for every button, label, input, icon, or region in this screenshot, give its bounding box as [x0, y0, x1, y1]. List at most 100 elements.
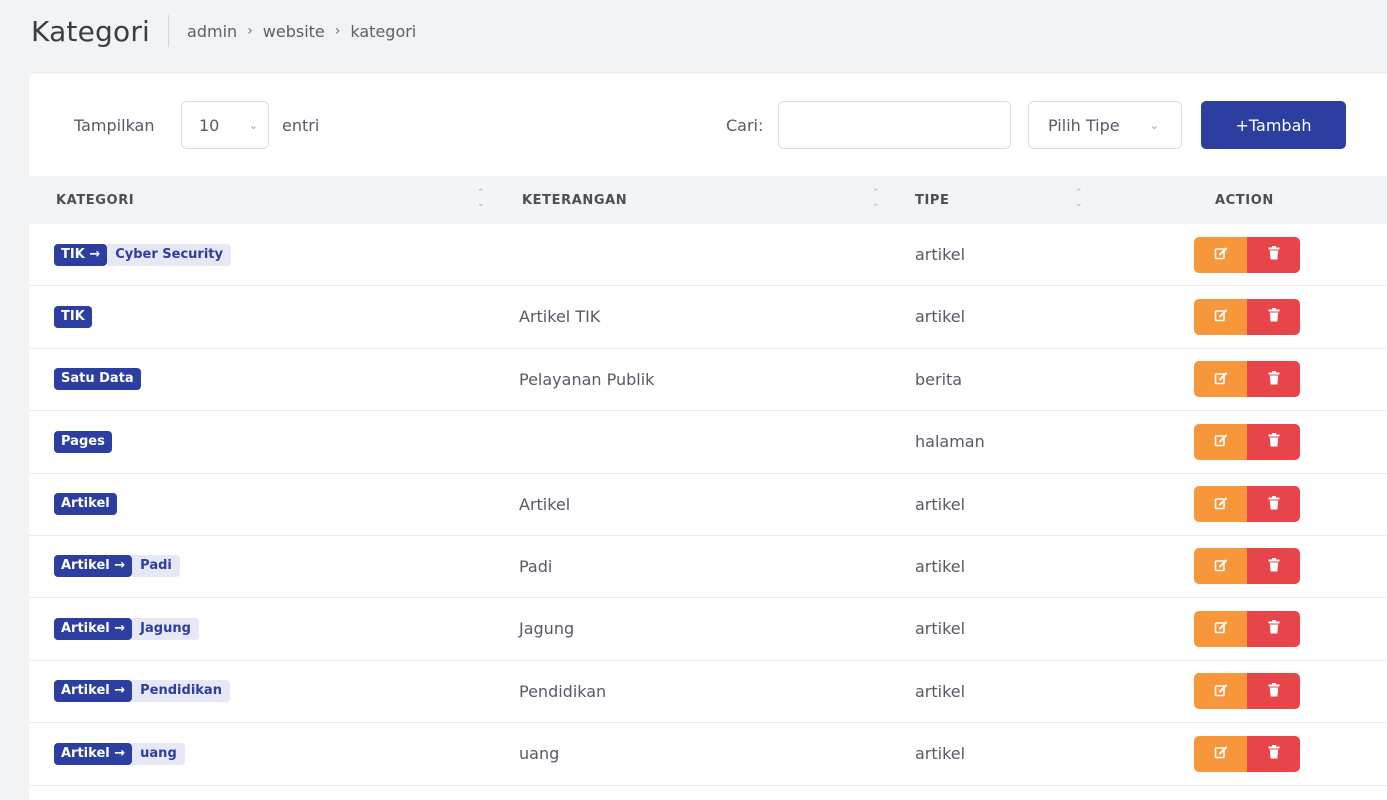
category-parent-badge: Artikel	[54, 493, 117, 516]
table-row: TIK → Cyber Security artikel	[29, 224, 1387, 287]
delete-button[interactable]	[1247, 735, 1300, 772]
table-toolbar: Tampilkan 10 ⌄ entri Cari: Pilih Tipe ⌄ …	[29, 74, 1387, 176]
add-button[interactable]: +Tambah	[1201, 101, 1346, 149]
tipe-cell: halaman	[915, 432, 985, 452]
category-parent-badge: TIK →	[54, 243, 108, 266]
edit-button[interactable]	[1194, 361, 1247, 398]
entries-label: entri	[282, 116, 320, 135]
tipe-cell: artikel	[915, 307, 966, 327]
table-row: TIK Artikel TIK artikel	[29, 286, 1387, 349]
table-row: Satu Data Pelayanan Publik berita	[29, 349, 1387, 412]
trash-icon	[1268, 495, 1280, 513]
column-header-tipe[interactable]: TIPE	[915, 176, 950, 224]
edit-icon	[1214, 496, 1228, 513]
delete-button[interactable]	[1247, 673, 1300, 710]
category-child-badge: Padi	[132, 555, 180, 578]
search-label: Cari:	[726, 116, 764, 135]
tipe-cell: artikel	[915, 619, 966, 639]
kategori-card: Tampilkan 10 ⌄ entri Cari: Pilih Tipe ⌄ …	[29, 74, 1387, 800]
breadcrumb-item-kategori: kategori	[350, 21, 417, 41]
arrow-right-icon: →	[89, 246, 101, 262]
category-child-badge: Cyber Security	[107, 243, 231, 266]
sort-icon[interactable]: ⌃ ⌄	[1074, 188, 1084, 212]
category-parent-badge: Artikel →	[54, 555, 133, 578]
edit-icon	[1214, 683, 1228, 700]
title-divider	[168, 15, 170, 47]
edit-icon	[1214, 371, 1228, 388]
edit-button[interactable]	[1194, 486, 1247, 523]
breadcrumb-item-admin[interactable]: admin	[187, 22, 237, 41]
category-cell: Artikel → Jagung	[54, 598, 199, 659]
delete-button[interactable]	[1247, 486, 1300, 523]
edit-button[interactable]	[1194, 298, 1247, 335]
keterangan-cell: Pendidikan	[519, 681, 607, 701]
delete-button[interactable]	[1247, 423, 1300, 460]
edit-button[interactable]	[1194, 610, 1247, 647]
category-cell: Pages	[54, 411, 112, 472]
arrow-right-icon: →	[114, 558, 126, 574]
edit-button[interactable]	[1194, 673, 1247, 710]
delete-button[interactable]	[1247, 610, 1300, 647]
edit-icon	[1214, 620, 1228, 637]
edit-icon	[1214, 745, 1228, 762]
delete-button[interactable]	[1247, 236, 1300, 273]
category-parent-badge: Satu Data	[54, 368, 141, 391]
table-row: Artikel → Padi Padi artikel	[29, 536, 1387, 599]
table-row: Pages halaman	[29, 411, 1387, 474]
chevron-down-icon: ⌄	[1149, 119, 1159, 132]
show-entries-label: Tampilkan	[74, 116, 155, 135]
edit-button[interactable]	[1194, 735, 1247, 772]
trash-icon	[1268, 246, 1280, 263]
sort-icon[interactable]: ⌃ ⌄	[871, 188, 881, 212]
action-cell	[1194, 723, 1300, 784]
action-cell	[1194, 661, 1300, 722]
tipe-cell: artikel	[915, 556, 966, 576]
delete-button[interactable]	[1247, 298, 1300, 335]
edit-button[interactable]	[1194, 236, 1247, 273]
arrow-right-icon: →	[114, 745, 126, 761]
table-row: Artikel → uang uang artikel	[29, 723, 1387, 786]
column-header-keterangan[interactable]: KETERANGAN	[522, 176, 627, 224]
action-cell	[1194, 286, 1300, 347]
search-input[interactable]	[778, 101, 1011, 149]
edit-icon	[1214, 246, 1228, 263]
column-header-kategori[interactable]: KATEGORI	[56, 176, 134, 224]
edit-button[interactable]	[1194, 423, 1247, 460]
page-size-value: 10	[199, 115, 220, 135]
category-child-badge: uang	[132, 742, 185, 765]
chevron-down-icon: ⌄	[248, 119, 258, 132]
keterangan-cell: Padi	[519, 556, 553, 576]
action-cell	[1194, 411, 1300, 472]
trash-icon	[1268, 745, 1280, 762]
category-parent-badge: Artikel →	[54, 742, 133, 765]
type-select[interactable]: Pilih Tipe ⌄	[1028, 101, 1182, 149]
category-parent-badge: TIK	[54, 305, 92, 328]
table-row: Artikel → Jagung Jagung artikel	[29, 598, 1387, 661]
delete-button[interactable]	[1247, 548, 1300, 585]
page-size-select[interactable]: 10 ⌄	[181, 101, 269, 149]
edit-button[interactable]	[1194, 548, 1247, 585]
tipe-cell: artikel	[915, 744, 966, 764]
category-child-badge: Jagung	[132, 617, 199, 640]
trash-icon	[1268, 433, 1280, 450]
keterangan-cell: Pelayanan Publik	[519, 369, 655, 389]
delete-button[interactable]	[1247, 361, 1300, 398]
action-cell	[1194, 474, 1300, 535]
page-title: Kategori	[31, 14, 151, 48]
edit-icon	[1214, 433, 1228, 450]
trash-icon	[1268, 682, 1280, 700]
tipe-cell: berita	[915, 369, 963, 389]
breadcrumb: admin › website › kategori	[187, 22, 416, 41]
type-select-value: Pilih Tipe	[1048, 115, 1120, 135]
breadcrumb-separator: ›	[334, 23, 341, 39]
sort-icon[interactable]: ⌃ ⌄	[476, 188, 486, 212]
action-cell	[1194, 349, 1300, 410]
table-body: TIK → Cyber Security artikel TIK Artikel TIK…	[29, 224, 1387, 786]
edit-icon	[1214, 558, 1228, 575]
category-child-badge: Pendidikan	[132, 680, 230, 703]
trash-icon	[1268, 370, 1280, 388]
action-cell	[1194, 536, 1300, 597]
breadcrumb-item-website[interactable]: website	[263, 22, 325, 41]
table-header: KATEGORI ⌃ ⌄ KETERANGAN ⌃ ⌄ TIPE ⌃ ⌄ ACTION	[29, 176, 1387, 224]
tipe-cell: artikel	[915, 245, 966, 264]
